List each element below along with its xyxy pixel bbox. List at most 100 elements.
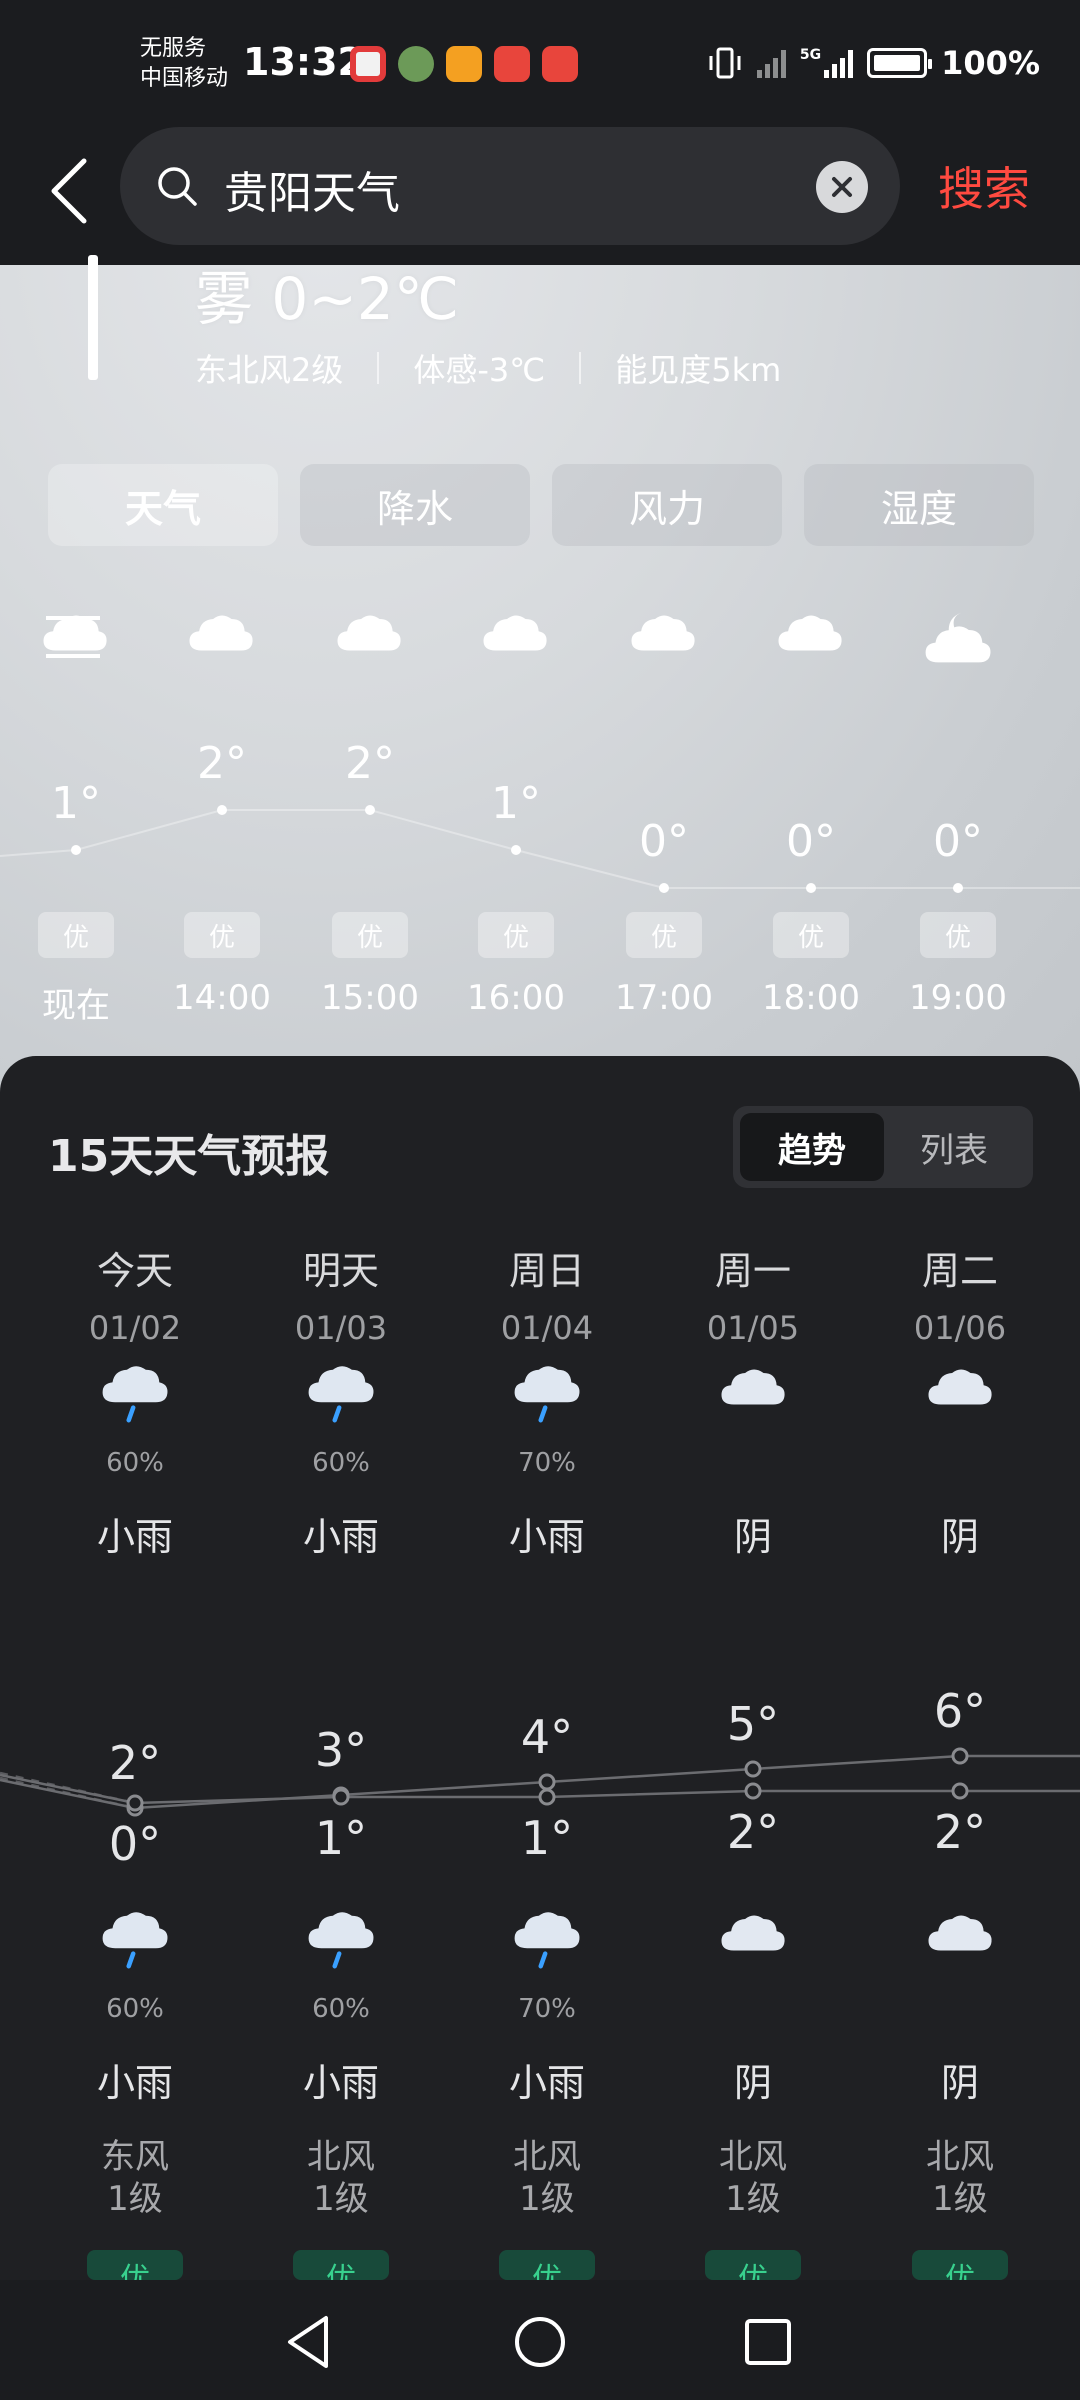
night-weather-icon	[653, 1908, 853, 1962]
rain-cloud-icon	[102, 1366, 168, 1423]
cloud-moon-icon	[925, 612, 991, 663]
battery-percent: 100%	[941, 44, 1040, 82]
high-temp-line-point	[538, 1773, 556, 1791]
hourly-temp-dot	[806, 883, 816, 893]
aqi-badge: 优	[912, 2250, 1008, 2280]
hourly-temp-dot	[365, 805, 375, 815]
tab-wind[interactable]: 风力	[552, 464, 782, 546]
low-temp-line-point	[538, 1788, 556, 1806]
rain-cloud-icon	[308, 1912, 374, 1969]
hourly-temp-dot	[953, 883, 963, 893]
day-name: 周二	[921, 1249, 998, 1293]
hourly-aqi-badge: 优	[184, 912, 260, 958]
night-precip-chance: 60%	[312, 1994, 370, 2024]
night-condition: 阴	[940, 2061, 979, 2105]
current-condition: 雾 0~2℃	[195, 265, 459, 333]
hourly-aqi-badge: 优	[38, 912, 114, 958]
low-temp: 0°	[108, 1817, 162, 1871]
high-temp: 5°	[726, 1697, 780, 1751]
search-button[interactable]: 搜索	[938, 153, 1030, 219]
wind-info: 北风 1级	[926, 2137, 994, 2219]
day-name: 周日	[508, 1249, 585, 1293]
close-icon	[832, 177, 852, 197]
cloud-icon	[43, 615, 107, 651]
wind-info: 北风 1级	[307, 2137, 375, 2219]
day-condition: 阴	[733, 1515, 772, 1559]
tab-weather[interactable]: 天气	[48, 464, 278, 546]
notification-icons	[350, 46, 578, 82]
clear-button[interactable]	[816, 161, 868, 213]
divider	[579, 352, 582, 384]
day-condition: 小雨	[96, 1515, 173, 1559]
cloud-icon	[928, 1915, 992, 1951]
search-query-text[interactable]: 贵阳天气	[224, 157, 400, 221]
nav-recents-icon[interactable]	[738, 2312, 798, 2372]
day-date: 01/03	[294, 1309, 388, 1347]
low-temp-line-point	[951, 1782, 969, 1800]
hourly-temp-dot	[71, 845, 81, 855]
cloud-icon	[337, 615, 401, 651]
hourly-temp: 1°	[491, 778, 541, 829]
hourly-time: 现在	[42, 986, 110, 1026]
huawei-app-icon	[542, 46, 578, 82]
app-notification-icon	[446, 46, 482, 82]
status-bar: 无服务 中国移动 13:32 5G 100%	[0, 0, 1080, 125]
tab-precipitation[interactable]: 降水	[300, 464, 530, 546]
night-condition: 小雨	[508, 2061, 585, 2105]
current-details: 东北风2级 体感-3℃ 能见度5km	[195, 345, 781, 391]
nav-home-icon[interactable]	[510, 2312, 570, 2372]
app-notification-icon	[398, 46, 434, 82]
hourly-time: 17:00	[615, 978, 713, 1018]
search-input[interactable]: 贵阳天气	[120, 127, 900, 245]
day-weather-icon	[653, 1362, 853, 1416]
toggle-trend[interactable]: 趋势	[740, 1113, 884, 1181]
status-indicators: 5G 100%	[707, 44, 1040, 82]
view-toggle: 趋势 列表	[733, 1106, 1033, 1188]
hourly-temp-dot	[659, 883, 669, 893]
hourly-time: 15:00	[321, 978, 419, 1018]
hourly-time: 18:00	[762, 978, 860, 1018]
low-temp: 1°	[314, 1811, 368, 1865]
day-date: 01/04	[500, 1309, 594, 1347]
high-temp: 2°	[108, 1736, 162, 1790]
rain-cloud-icon	[514, 1366, 580, 1423]
high-temp: 3°	[314, 1723, 368, 1777]
rain-cloud-icon	[514, 1912, 580, 1969]
night-condition: 小雨	[96, 2061, 173, 2105]
night-weather-icon	[447, 1908, 647, 1978]
aqi-badge: 优	[87, 2250, 183, 2280]
cloud-icon	[721, 1915, 785, 1951]
hourly-temp-dot	[511, 845, 521, 855]
day-weather-icon	[447, 1362, 647, 1432]
forecast-panel: 15天天气预报 趋势 列表 今天 01/02 60% 小雨 2° 0° 60% …	[0, 1056, 1080, 2280]
day-weather-icon	[860, 1362, 1060, 1416]
cloud-icon	[483, 615, 547, 651]
current-visibility: 能见度5km	[615, 351, 782, 389]
nav-back-icon[interactable]	[280, 2312, 340, 2372]
low-temp: 1°	[520, 1811, 574, 1865]
night-weather-icon	[35, 1908, 235, 1978]
aqi-badge: 优	[705, 2250, 801, 2280]
low-temp-line-point	[332, 1788, 350, 1806]
cloud-icon	[721, 1369, 785, 1405]
day-weather-icon	[241, 1362, 441, 1432]
cloud-icon	[631, 615, 695, 651]
hourly-temp-dot	[217, 805, 227, 815]
night-precip-chance: 70%	[518, 1994, 576, 2024]
day-precip-chance: 70%	[518, 1448, 576, 1478]
back-arrow-icon[interactable]	[40, 151, 100, 231]
forecast-title: 15天天气预报	[48, 1131, 330, 1182]
battery-icon	[867, 48, 933, 78]
day-precip-chance: 60%	[312, 1448, 370, 1478]
rain-cloud-icon	[102, 1912, 168, 1969]
rain-cloud-icon	[308, 1366, 374, 1423]
toggle-list[interactable]: 列表	[882, 1113, 1026, 1181]
wind-info: 东风 1级	[101, 2137, 169, 2219]
hourly-temp: 0°	[933, 816, 983, 867]
hourly-aqi-badge: 优	[332, 912, 408, 958]
hourly-time: 16:00	[467, 978, 565, 1018]
low-temp-line-point	[126, 1794, 144, 1812]
search-icon	[158, 167, 197, 206]
current-indicator-bar	[88, 255, 98, 380]
tab-humidity[interactable]: 湿度	[804, 464, 1034, 546]
